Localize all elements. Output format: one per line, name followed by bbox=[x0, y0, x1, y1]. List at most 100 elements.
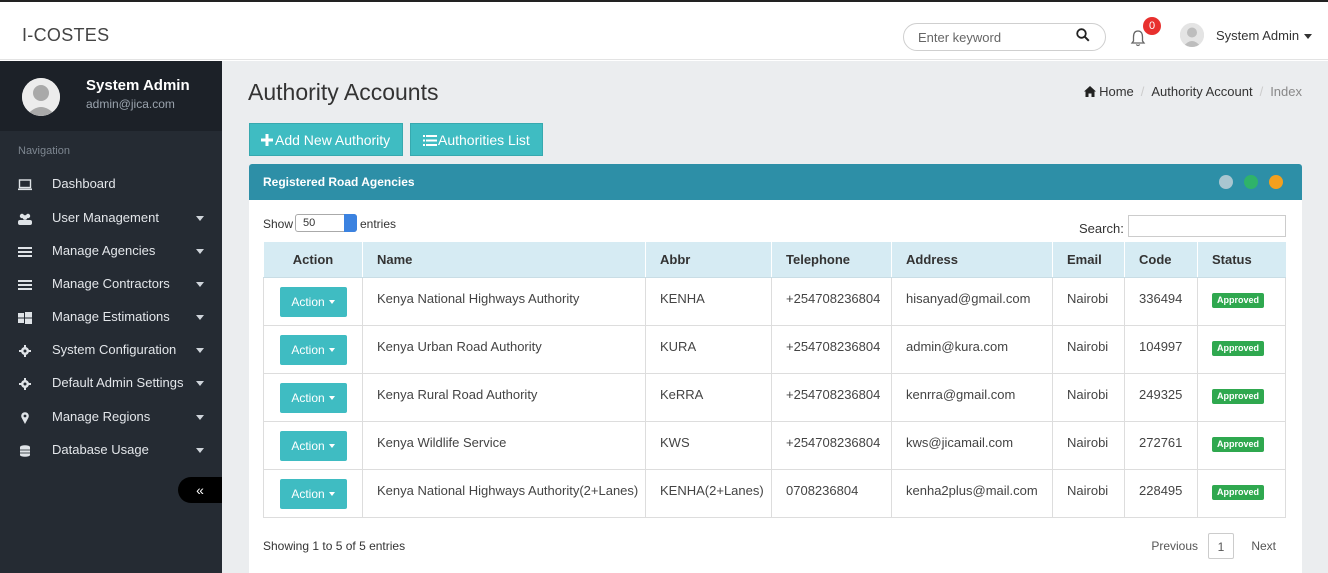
status-badge: Approved bbox=[1212, 484, 1265, 500]
action-dropdown-button[interactable]: Action bbox=[279, 478, 347, 509]
address-cell: admin@kura.com bbox=[891, 325, 1053, 374]
pagination-previous[interactable]: Previous bbox=[1151, 533, 1198, 559]
chevron-down-icon bbox=[328, 300, 335, 305]
table-row: Action Kenya Wildlife Service KWS +25470… bbox=[263, 421, 1286, 470]
column-header-code[interactable]: Code bbox=[1124, 242, 1198, 278]
panel-header: Registered Road Agencies bbox=[249, 164, 1302, 200]
users-icon bbox=[18, 212, 32, 225]
status-cell: Approved bbox=[1197, 469, 1286, 518]
page-title: Authority Accounts bbox=[248, 79, 439, 105]
sidebar-item-user-management[interactable]: User Management bbox=[0, 202, 222, 235]
sidebar-item-manage-agencies[interactable]: Manage Agencies bbox=[0, 235, 222, 268]
action-dropdown-button[interactable]: Action bbox=[279, 382, 347, 413]
keyword-search[interactable] bbox=[903, 23, 1106, 51]
action-dropdown-button[interactable]: Action bbox=[279, 286, 347, 317]
pagination-page[interactable]: 1 bbox=[1208, 533, 1234, 559]
entries-label: entries bbox=[360, 217, 397, 231]
app-title[interactable]: I-COSTES bbox=[22, 25, 109, 46]
add-authority-button[interactable]: Add New Authority bbox=[249, 123, 403, 156]
sidebar-item-manage-contractors[interactable]: Manage Contractors bbox=[0, 268, 222, 301]
name-cell: Kenya Wildlife Service bbox=[362, 421, 646, 470]
user-menu-label: System Admin bbox=[1216, 28, 1300, 43]
column-header-email[interactable]: Email bbox=[1052, 242, 1125, 278]
authorities-list-button[interactable]: Authorities List bbox=[410, 123, 543, 156]
sidebar-item-manage-regions[interactable]: Manage Regions bbox=[0, 401, 222, 434]
add-authority-label: Add New Authority bbox=[275, 132, 391, 148]
action-dropdown-button[interactable]: Action bbox=[279, 430, 347, 461]
name-cell: Kenya Rural Road Authority bbox=[362, 373, 646, 422]
avatar[interactable] bbox=[1180, 23, 1204, 47]
table-search-input[interactable] bbox=[1128, 215, 1286, 237]
action-label: Action bbox=[291, 486, 325, 501]
action-cell: Action bbox=[263, 469, 363, 518]
action-label: Action bbox=[291, 390, 325, 405]
profile-name: System Admin bbox=[86, 77, 190, 94]
action-dropdown-button[interactable]: Action bbox=[279, 334, 347, 365]
telephone-cell: +254708236804 bbox=[771, 325, 892, 374]
chevron-down-icon bbox=[196, 381, 204, 386]
sidebar-item-label: User Management bbox=[52, 210, 159, 225]
chevron-down-icon bbox=[328, 492, 335, 497]
action-cell: Action bbox=[263, 421, 363, 470]
sidebar-item-label: Default Admin Settings bbox=[52, 375, 184, 390]
top-bar: I-COSTES 0 System Admin bbox=[0, 0, 1328, 60]
code-cell: 336494 bbox=[1124, 277, 1198, 326]
sidebar-collapse-button[interactable]: « bbox=[178, 477, 222, 503]
page-size-select[interactable]: 50 bbox=[295, 214, 357, 232]
refresh-icon[interactable] bbox=[1244, 175, 1258, 189]
profile-email: admin@jica.com bbox=[86, 97, 175, 111]
wrench-icon[interactable] bbox=[1219, 175, 1233, 189]
notification-badge: 0 bbox=[1143, 17, 1161, 35]
pagination-next[interactable]: Next bbox=[1251, 533, 1276, 559]
chevron-down-icon bbox=[196, 348, 204, 353]
sidebar: System Admin admin@jica.com Navigation D… bbox=[0, 61, 222, 573]
gear-icon bbox=[18, 377, 32, 390]
sidebar-profile: System Admin admin@jica.com bbox=[0, 61, 222, 131]
column-header-status[interactable]: Status bbox=[1197, 242, 1286, 278]
search-input[interactable] bbox=[918, 28, 1068, 46]
column-header-abbr[interactable]: Abbr bbox=[645, 242, 772, 278]
status-badge: Approved bbox=[1212, 340, 1265, 356]
search-icon[interactable] bbox=[1076, 28, 1096, 46]
panel-title: Registered Road Agencies bbox=[263, 175, 415, 189]
column-header-address[interactable]: Address bbox=[891, 242, 1053, 278]
sidebar-item-label: Database Usage bbox=[52, 442, 149, 457]
chevron-down-icon bbox=[196, 415, 204, 420]
chevron-down-icon bbox=[196, 315, 204, 320]
abbr-cell: KURA bbox=[645, 325, 772, 374]
address-cell: kenrra@gmail.com bbox=[891, 373, 1053, 422]
breadcrumb-home[interactable]: Home bbox=[1084, 84, 1134, 99]
chevron-down-icon bbox=[328, 444, 335, 449]
breadcrumb-authority-account[interactable]: Authority Account bbox=[1151, 84, 1252, 99]
telephone-cell: +254708236804 bbox=[771, 277, 892, 326]
sidebar-item-system-configuration[interactable]: System Configuration bbox=[0, 334, 222, 367]
code-cell: 228495 bbox=[1124, 469, 1198, 518]
sidebar-item-manage-estimations[interactable]: Manage Estimations bbox=[0, 301, 222, 334]
table-row: Action Kenya Rural Road Authority KeRRA … bbox=[263, 373, 1286, 422]
column-header-name[interactable]: Name bbox=[362, 242, 646, 278]
abbr-cell: KeRRA bbox=[645, 373, 772, 422]
sidebar-item-database-usage[interactable]: Database Usage bbox=[0, 434, 222, 467]
column-header-telephone[interactable]: Telephone bbox=[771, 242, 892, 278]
sidebar-item-dashboard[interactable]: Dashboard bbox=[0, 168, 222, 201]
sidebar-item-label: Manage Regions bbox=[52, 409, 151, 424]
action-cell: Action bbox=[263, 325, 363, 374]
monitor-icon bbox=[18, 178, 32, 191]
action-label: Action bbox=[291, 342, 325, 357]
abbr-cell: KENHA bbox=[645, 277, 772, 326]
name-cell: Kenya Urban Road Authority bbox=[362, 325, 646, 374]
breadcrumb-home-label: Home bbox=[1099, 84, 1134, 99]
action-label: Action bbox=[291, 294, 325, 309]
telephone-cell: +254708236804 bbox=[771, 373, 892, 422]
sidebar-item-default-admin-settings[interactable]: Default Admin Settings bbox=[0, 367, 222, 400]
email-cell: Nairobi bbox=[1052, 469, 1125, 518]
breadcrumb-current: Index bbox=[1270, 84, 1302, 99]
column-header-action[interactable]: Action bbox=[263, 242, 363, 278]
chevron-down-icon bbox=[1304, 34, 1313, 40]
email-cell: Nairobi bbox=[1052, 325, 1125, 374]
user-menu[interactable]: System Admin bbox=[1216, 28, 1313, 43]
chevron-updown-icon bbox=[344, 214, 357, 232]
collapse-icon[interactable] bbox=[1269, 175, 1283, 189]
chevron-down-icon bbox=[196, 448, 204, 453]
name-cell: Kenya National Highways Authority(2+Lane… bbox=[362, 469, 646, 518]
